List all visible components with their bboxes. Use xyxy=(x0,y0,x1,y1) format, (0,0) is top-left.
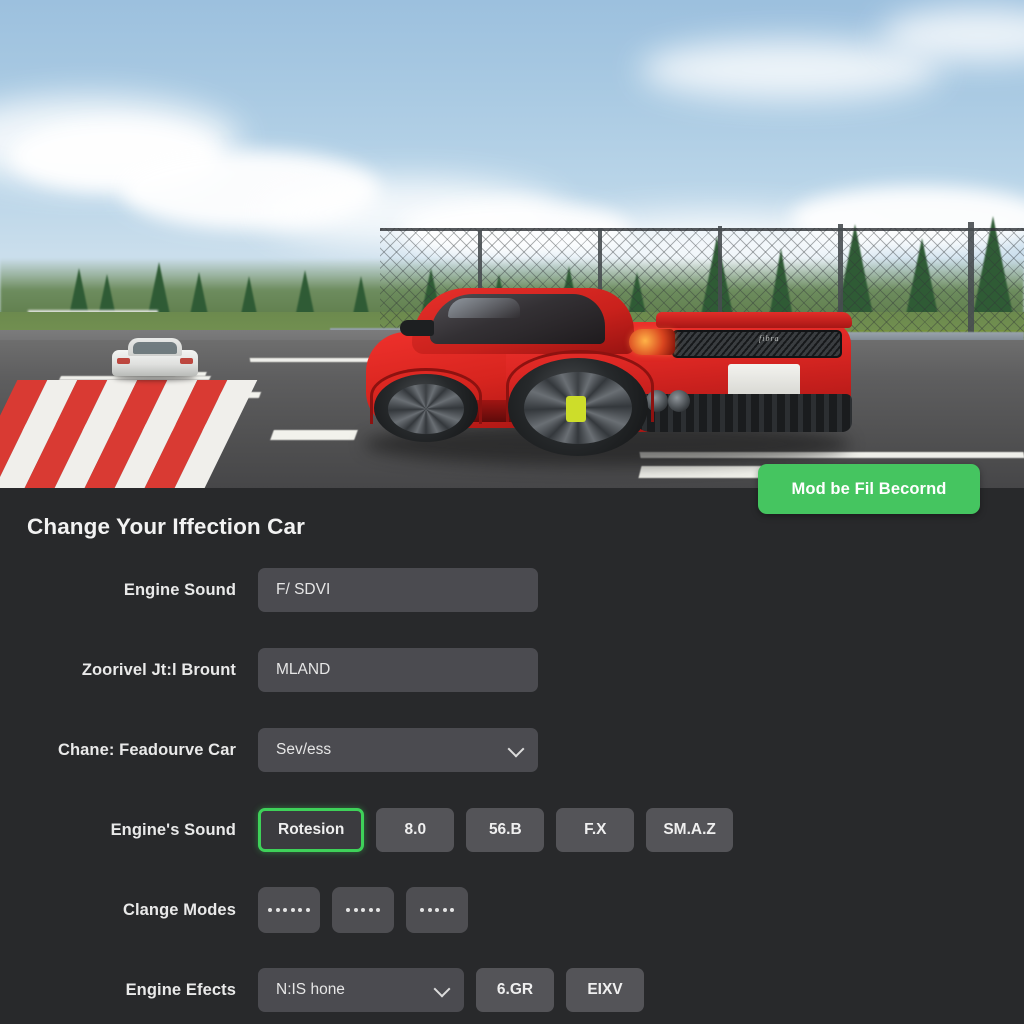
dot-icon xyxy=(442,908,447,912)
dot-icon xyxy=(305,908,310,912)
row-control xyxy=(258,568,538,612)
dot-icon xyxy=(450,908,454,912)
engine-efects-chip-6gr[interactable]: 6.GR xyxy=(476,968,554,1012)
form-row-clange-modes: Clange Modes xyxy=(0,870,1024,950)
hero-photo: fibra xyxy=(0,0,1024,490)
engines-sound-chip-fx[interactable]: F.X xyxy=(556,808,635,852)
mod-record-button[interactable]: Mod be Fil Becornd xyxy=(758,464,980,514)
clange-mode-chip-2[interactable] xyxy=(332,887,394,933)
engine-efects-chip-eixv[interactable]: EIXV xyxy=(566,968,644,1012)
row-control: N:IS hone 6.GR EIXV xyxy=(258,968,644,1012)
chevron-down-icon xyxy=(507,740,525,758)
car-configurator-screen: fibra Mod be Fil Becornd Change Your Iff… xyxy=(0,0,1024,1024)
page-title: Change Your Iffection Car xyxy=(27,514,305,539)
row-label: Zoorivel Jt:l Brount xyxy=(81,660,236,679)
dot-icon xyxy=(420,908,424,912)
form-row-engines-sound: Engine's Sound Rotesion 8.0 56.B F.X SM.… xyxy=(0,790,1024,870)
form-row-engine-efects: Engine Efects N:IS hone 6.GR EIXV xyxy=(0,950,1024,1024)
chevron-down-icon xyxy=(433,980,451,998)
settings-panel: Mod be Fil Becornd Change Your Iffection… xyxy=(0,464,1024,1024)
engines-sound-chip-80[interactable]: 8.0 xyxy=(376,808,455,852)
dot-icon xyxy=(268,908,273,912)
engine-efects-select[interactable]: N:IS hone xyxy=(258,968,464,1012)
white-car-icon xyxy=(112,338,198,381)
row-control xyxy=(258,887,468,933)
clange-mode-chip-1[interactable] xyxy=(258,887,320,933)
form-row-feadourve-car: Chane: Feadourve Car Sev/ess xyxy=(0,710,1024,790)
zoorivel-brount-input[interactable] xyxy=(258,648,538,692)
dot-icon xyxy=(298,908,303,912)
engines-sound-chip-rotesion[interactable]: Rotesion xyxy=(258,808,365,852)
dot-icon xyxy=(368,908,373,912)
engines-sound-chip-smaz[interactable]: SM.A.Z xyxy=(646,808,733,852)
row-control: Sev/ess xyxy=(258,728,538,772)
row-control xyxy=(258,648,538,692)
sports-car-icon: fibra xyxy=(356,272,856,472)
row-label: Engine's Sound xyxy=(110,820,236,839)
row-label: Engine Sound xyxy=(123,580,236,599)
engines-sound-chip-56b[interactable]: 56.B xyxy=(466,808,545,852)
fence-top-rail xyxy=(380,228,1024,231)
dot-icon xyxy=(353,908,358,912)
form-row-engine-sound: Engine Sound xyxy=(0,550,1024,630)
form-row-zoorivel-brount: Zoorivel Jt:l Brount xyxy=(0,630,1024,710)
settings-form: Engine Sound Zoorivel Jt:l Brount Chane:… xyxy=(0,550,1024,1024)
row-control: Rotesion 8.0 56.B F.X SM.A.Z xyxy=(258,808,733,852)
dot-icon xyxy=(283,908,288,912)
dot-icon xyxy=(435,908,439,912)
row-label: Chane: Feadourve Car xyxy=(57,740,236,759)
dot-icon xyxy=(290,908,295,912)
dot-icon xyxy=(275,908,280,912)
fence-post xyxy=(968,222,974,340)
dot-icon xyxy=(346,908,350,912)
lane-dash xyxy=(270,430,358,440)
engine-sound-input[interactable] xyxy=(258,568,538,612)
select-value: Sev/ess xyxy=(276,741,332,758)
row-label: Engine Efects xyxy=(125,980,236,999)
dot-icon xyxy=(376,908,380,912)
select-value: N:IS hone xyxy=(276,981,345,998)
feadourve-car-select[interactable]: Sev/ess xyxy=(258,728,538,772)
dot-icon xyxy=(361,908,365,912)
car-badge: fibra xyxy=(759,334,780,343)
clange-mode-chip-3[interactable] xyxy=(406,887,468,933)
row-label: Clange Modes xyxy=(122,900,236,919)
dot-icon xyxy=(427,908,432,912)
